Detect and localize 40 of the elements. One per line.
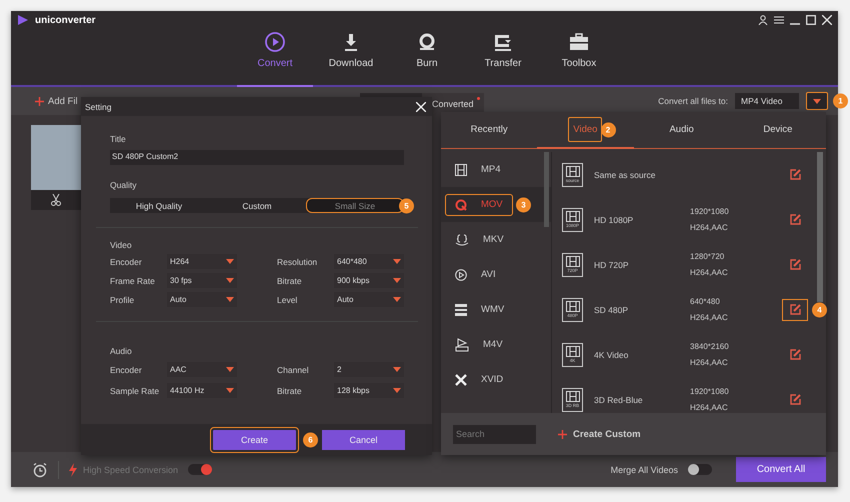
field-label: Profile [110,294,134,304]
field-label: Encoder [110,364,142,374]
preset-name: 4K Video [594,350,630,360]
preset-resolution: 1280*720 [690,252,726,261]
callout-badge: 4 [812,302,827,317]
video-heading: Video [110,240,132,250]
callout-badge: 6 [303,432,318,447]
preset-codec: H264,AAC [690,268,729,277]
preset-resolution: 1920*1080 [690,387,730,396]
callout-badge: 5 [399,198,414,213]
quality-label: Quality [110,180,136,190]
field-label: Resolution [277,256,318,266]
field-label: Sample Rate [110,386,160,396]
callout-badge: 1 [833,94,848,108]
preset-name: HD 720P [594,260,630,270]
merge-label: Merge All Videos [610,464,678,474]
preset-name: Same as source [594,170,656,180]
preset-codec: H264,AAC [690,403,729,412]
preset-resolution: 1920*1080 [690,207,730,216]
audio-heading: Audio [110,346,132,356]
field-label: Channel [277,364,309,374]
callout-badge: 2 [600,122,616,137]
preset-resolution: 3840*2160 [690,342,730,351]
preset-name: HD 1080P [594,214,634,224]
preset-name: SD 480P [594,304,630,314]
preset-codec: H264,AAC [690,358,729,367]
dialog-title: Setting [85,102,112,112]
field-label: Level [277,294,298,304]
field-label: Bitrate [277,276,302,286]
preset-name: 3D Red-Blue [594,394,644,404]
preset-codec: H264,AAC [690,223,729,232]
app-name: uniconverter [35,14,96,26]
callout-badge: 3 [516,197,531,212]
title-label: Title [110,134,126,144]
field-label: Bitrate [277,386,302,396]
convert-to-label: Convert all files to: [658,96,728,106]
preset-codec: H264,AAC [690,313,729,322]
field-label: Frame Rate [110,276,155,286]
preset-resolution: 640*480 [690,297,721,306]
field-label: Encoder [110,256,142,266]
